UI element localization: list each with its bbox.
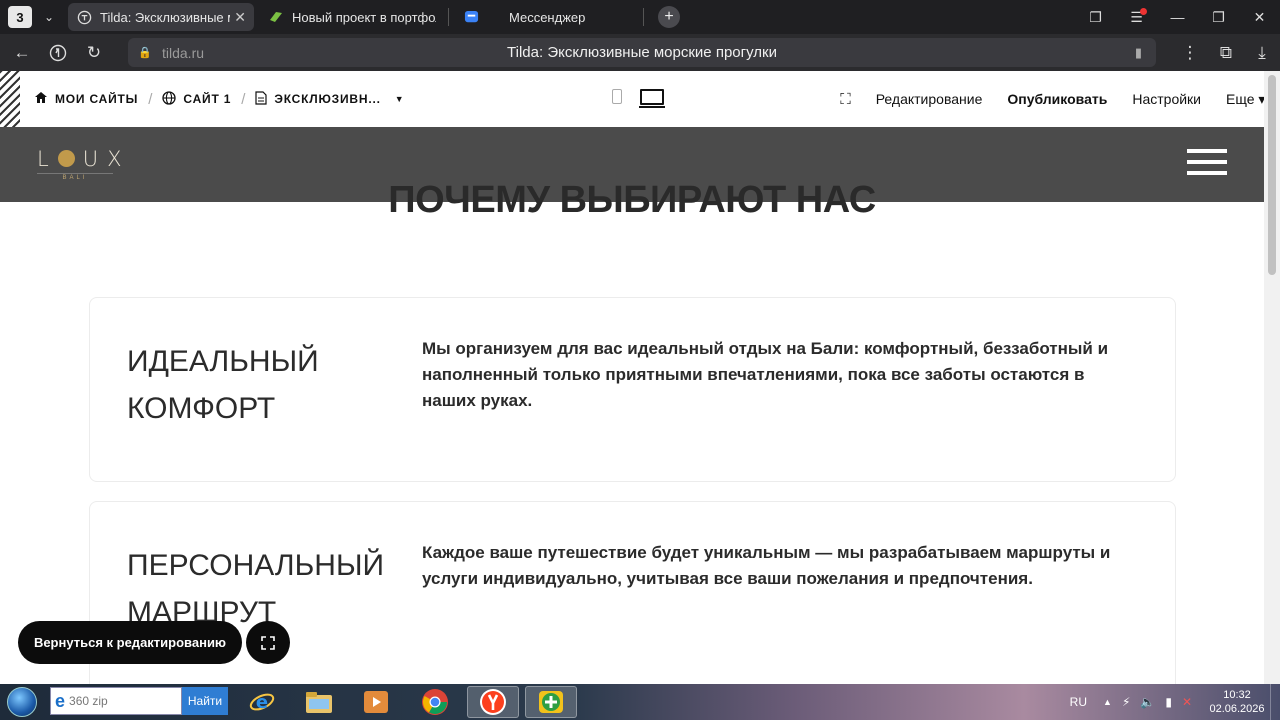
tab-title: Новый проект в портфол (292, 9, 436, 25)
plus-app-icon[interactable] (525, 686, 577, 718)
page-icon (255, 90, 267, 108)
tab-count-badge[interactable]: 3 (8, 6, 32, 28)
tilda-favicon-icon (76, 9, 92, 25)
feature-title: ИДЕАЛЬНЫЙ КОМФОРТ (127, 345, 319, 425)
messenger-favicon-icon (463, 9, 479, 25)
expand-icon[interactable] (246, 621, 290, 664)
tab-tilda[interactable]: Tilda: Эксклюзивные м ✕ (68, 3, 254, 31)
clock-date: 02.06.2026 (1209, 703, 1265, 715)
page-viewport: L UX BALI МОИ САЙТЫ / САЙТ 1 / ЭКСКЛЮЗИВ… (0, 71, 1264, 684)
start-button[interactable] (0, 684, 44, 720)
address-bar-row: ← ↻ 🔒 tilda.ru Tilda: Эксклюзивные морск… (0, 34, 1280, 71)
tab-title: Мессенджер (509, 9, 586, 25)
file-explorer-icon[interactable] (293, 686, 345, 718)
window-controls: ❐ ☰ — ❐ ✕ (1075, 0, 1280, 34)
page-scrollbar[interactable] (1264, 71, 1280, 684)
back-to-editing-button[interactable]: Вернуться к редактированию (18, 621, 242, 664)
reload-icon[interactable]: ↻ (76, 38, 112, 68)
yandex-browser-icon[interactable] (467, 686, 519, 718)
feature-text: Мы организуем для вас идеальный отдых на… (422, 339, 1109, 410)
network-error-icon[interactable]: ✕ (1182, 695, 1192, 709)
more-label: Еще (1226, 90, 1255, 107)
hamburger-menu-icon[interactable] (1187, 149, 1227, 179)
address-host: tilda.ru (162, 44, 205, 61)
dropdown-arrow-icon[interactable]: ▼ (395, 94, 405, 104)
breadcrumb-separator: / (241, 90, 246, 108)
extensions-icon[interactable]: ⧉ (1208, 38, 1244, 68)
chevron-down-icon[interactable]: ⌄ (36, 4, 62, 30)
desktop-view-icon[interactable] (639, 89, 665, 108)
device-switcher (612, 89, 665, 108)
breadcrumb-my-sites[interactable]: МОИ САЙТЫ (34, 91, 138, 107)
yandex-icon[interactable] (40, 38, 76, 68)
lock-icon: 🔒 (138, 47, 152, 59)
restore-button[interactable]: ❐ (1198, 0, 1239, 34)
tab-separator (643, 8, 644, 26)
publish-button[interactable]: Опубликовать (1007, 91, 1107, 107)
breadcrumb-separator: / (148, 90, 153, 108)
taskbar-search-button[interactable]: Найти (182, 687, 228, 715)
breadcrumb-label: ЭКСКЛЮЗИВН... (274, 92, 381, 106)
globe-icon (162, 90, 177, 108)
edit-link[interactable]: Редактирование (876, 91, 983, 107)
portfolio-favicon-icon (268, 9, 284, 25)
collections-icon[interactable]: ❐ (1075, 0, 1116, 34)
breadcrumb-site[interactable]: САЙТ 1 (162, 90, 232, 108)
mobile-view-icon[interactable] (612, 89, 622, 104)
media-player-icon[interactable] (350, 686, 402, 718)
clock-time: 10:32 (1223, 689, 1251, 701)
tab-separator (448, 8, 449, 26)
back-arrow-icon[interactable]: ← (4, 38, 40, 68)
taskbar-search-input[interactable]: e 360 zip (50, 687, 182, 715)
breadcrumb-label: САЙТ 1 (183, 92, 232, 106)
new-tab-button[interactable]: + (658, 6, 680, 28)
chrome-icon[interactable] (409, 686, 461, 718)
logo-gold-circle (57, 150, 75, 167)
language-indicator[interactable]: RU (1070, 695, 1087, 709)
settings-link[interactable]: Настройки (1132, 91, 1201, 107)
tab-portfolio[interactable]: Новый проект в портфол (260, 3, 444, 31)
close-window-button[interactable]: ✕ (1239, 0, 1280, 34)
windows-taskbar: e 360 zip Найти e RU ▲ ⚡ 🔈 ▮ ✕ 10:32 02.… (0, 684, 1280, 720)
breadcrumb-label: МОИ САЙТЫ (55, 92, 139, 106)
address-page-title: Tilda: Эксклюзивные морские прогулки (507, 44, 777, 61)
section-title: ПОЧЕМУ ВЫБИРАЮТ НАС (388, 179, 876, 221)
minimize-button[interactable]: — (1157, 0, 1198, 34)
site-logo[interactable]: L UX (37, 147, 130, 171)
tilda-zigzag-decoration (0, 71, 20, 127)
volume-icon[interactable]: 🔈 (1140, 695, 1155, 709)
feature-card: ИДЕАЛЬНЫЙ КОМФОРТ Мы организуем для вас … (89, 297, 1176, 482)
breadcrumb-page[interactable]: ЭКСКЛЮЗИВН... ▼ (255, 90, 405, 108)
home-icon (34, 91, 48, 107)
download-icon[interactable]: ⤓ (1244, 38, 1280, 68)
address-right-tools: ⋮ ⧉ ⤓ (1172, 34, 1280, 71)
tab-messenger[interactable]: Мессенджер (455, 3, 639, 31)
tab-title: Tilda: Эксклюзивные м (100, 9, 231, 25)
system-tray: RU ▲ ⚡ 🔈 ▮ ✕ 10:32 02.06.2026 (1070, 684, 1280, 720)
more-menu[interactable]: Еще ▾ (1226, 91, 1264, 108)
more-vertical-icon[interactable]: ⋮ (1172, 38, 1208, 68)
close-tab-icon[interactable]: ✕ (234, 9, 246, 26)
fullscreen-icon[interactable]: ⛶ (840, 91, 851, 108)
browser-tabbar: 3 ⌄ Tilda: Эксклюзивные м ✕ Новый проект… (0, 0, 1280, 34)
bookmark-icon[interactable]: ▮ (1135, 45, 1142, 61)
feature-text: Каждое ваше путешествие будет уникальным… (422, 543, 1111, 588)
tilda-editor-bar: МОИ САЙТЫ / САЙТ 1 / ЭКСКЛЮЗИВН... ▼ ⛶ Р… (0, 71, 1264, 127)
internet-explorer-icon[interactable]: e (236, 686, 288, 718)
menu-notification-icon[interactable]: ☰ (1116, 0, 1157, 34)
tilda-actions: ⛶ Редактирование Опубликовать Настройки … (815, 71, 1264, 127)
taskbar-search-value: 360 zip (69, 694, 108, 708)
windows-logo-icon (7, 687, 37, 717)
ie-icon: e (55, 690, 66, 711)
taskbar-clock[interactable]: 10:32 02.06.2026 (1204, 688, 1270, 716)
signal-icon[interactable]: ▮ (1165, 695, 1172, 709)
network-plug-icon[interactable]: ⚡ (1122, 695, 1130, 709)
svg-text:e: e (256, 692, 268, 713)
scrollbar-thumb[interactable] (1268, 75, 1276, 275)
show-desktop-button[interactable] (1270, 684, 1280, 720)
address-input[interactable]: 🔒 tilda.ru Tilda: Эксклюзивные морские п… (128, 38, 1156, 67)
tray-expand-icon[interactable]: ▲ (1103, 697, 1112, 707)
